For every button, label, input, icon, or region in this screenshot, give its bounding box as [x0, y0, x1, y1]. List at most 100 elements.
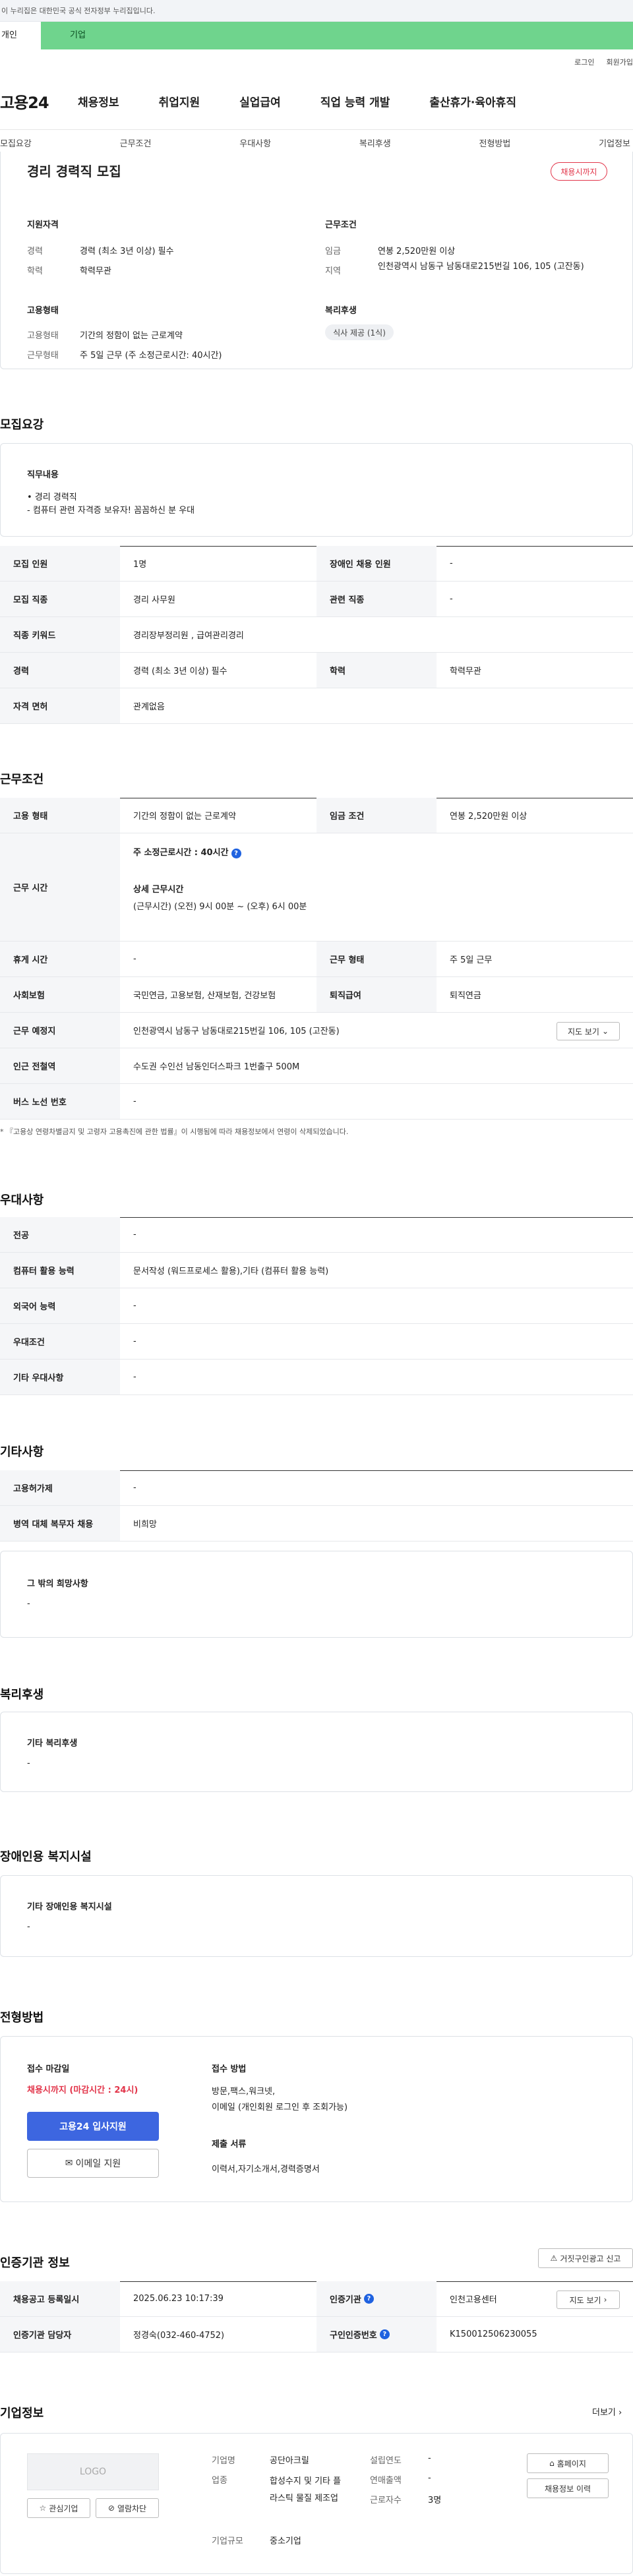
docs-value: 이력서,자기소개서,경력증명서 — [212, 2165, 320, 2174]
selection-heading: 전형방법 — [0, 2011, 44, 2025]
homepage-button[interactable]: ⌂ 홈페이지 — [527, 2453, 609, 2473]
th-wage: 임금 조건 — [316, 798, 437, 833]
location-map-button[interactable]: 지도 보기 ⌄ — [557, 1022, 620, 1040]
method-title: 접수 방법 — [212, 2064, 247, 2074]
th-agency: 인증기관? — [316, 2281, 437, 2316]
gov-notice-text: 이 누리집은 대한민국 공식 전자정부 누리집입니다. — [1, 7, 156, 15]
site-logo[interactable]: 고용24 — [0, 90, 78, 113]
td-cert-no: K150012506230055 — [450, 2329, 537, 2339]
anchor-work[interactable]: 근무조건 — [120, 136, 152, 149]
info-icon[interactable]: ? — [231, 849, 241, 858]
th-major: 전공 — [0, 1217, 120, 1252]
join-link[interactable]: 회원가입 — [607, 57, 633, 67]
mail-icon: ✉ — [65, 2158, 73, 2169]
anchor-pref[interactable]: 우대사항 — [239, 136, 271, 149]
qual-label-career: 경력 — [27, 247, 43, 256]
td-career: 경력 (최소 3년 이상) 필수 — [133, 667, 227, 676]
apply-button[interactable]: 고용24 입사지원 — [27, 2112, 159, 2141]
th-agency-label: 인증기관 — [330, 2295, 361, 2305]
anchor-selection[interactable]: 전형방법 — [479, 136, 511, 149]
home-icon: ⌂ — [549, 2459, 555, 2468]
gnb-skills[interactable]: 직업 능력 개발 — [320, 93, 390, 109]
td-agency: 인천고용센터 — [450, 2295, 497, 2305]
recruit-history-button[interactable]: 채용정보 이력 — [527, 2478, 609, 2498]
favorite-company-button[interactable]: ☆ 관심기업 — [27, 2498, 90, 2518]
agency-heading: 인증기관 정보 — [0, 2256, 70, 2270]
cond-title: 근무조건 — [325, 220, 357, 230]
td-location: 인천광역시 남동구 남동대로215번길 106, 105 (고잔동) — [133, 1027, 340, 1036]
td-wage: 연봉 2,520만원 이상 — [450, 812, 528, 822]
company-revenue-value: - — [428, 2473, 431, 2483]
gnb-parental-leave[interactable]: 출산휴가·육아휴직 — [429, 93, 516, 109]
work-row-7: 버스 노선 번호 - — [0, 1084, 633, 1120]
block-icon: ⊘ — [107, 2503, 115, 2513]
th-military: 병역 대체 복무자 채용 — [0, 1506, 120, 1541]
agency-map-button[interactable]: 지도 보기 › — [557, 2291, 620, 2309]
td-headcount: 1명 — [133, 560, 147, 570]
selection-box: 접수 마감일 채용시까지 (마감시간 : 24시) 고용24 입사지원 ✉ 이메일… — [0, 2036, 633, 2202]
td-pref-etc: - — [133, 1372, 136, 1382]
detail-hours-title: 상세 근무시간 — [133, 885, 184, 895]
cond-value-region: 인천광역시 남동구 남동대로215번길 106, 105 (고잔동) — [378, 262, 584, 272]
td-posted-at: 2025.06.23 10:17:39 — [133, 2294, 224, 2304]
company-employees-label: 근로자수 — [370, 2496, 402, 2505]
block-view-button[interactable]: ⊘ 열람차단 — [96, 2498, 159, 2518]
disabled-box: 기타 장애인용 복지시설 - — [0, 1875, 633, 1957]
work-row-3: 휴게 시간 - 근무 형태 주 5일 근무 — [0, 942, 633, 977]
td-agency-contact: 정경숙(032-460-4752) — [133, 2331, 225, 2341]
td-disabled-headcount: - — [450, 558, 453, 568]
anchor-company[interactable]: 기업정보 — [599, 136, 630, 149]
td-permit: - — [133, 1483, 136, 1493]
duty-line-1: • 경리 경력직 — [27, 493, 77, 502]
info-icon[interactable]: ? — [379, 2329, 390, 2339]
work-row-1: 고용 형태 기간의 정함이 없는 근로계약 임금 조건 연봉 2,520만원 이… — [0, 798, 633, 833]
th-work-hours: 근무 시간 — [0, 833, 120, 941]
th-pref-etc: 기타 우대사항 — [0, 1360, 120, 1394]
welfare-box-value: - — [27, 1758, 30, 1768]
agency-map-label: 지도 보기 — [569, 2295, 601, 2305]
gnb-unemployment-benefit[interactable]: 실업급여 — [239, 93, 281, 109]
gnb-employment-support[interactable]: 취업지원 — [159, 93, 200, 109]
emp-value-form: 주 5일 근무 (주 소정근로시간: 40시간) — [80, 351, 222, 361]
gov-notice-bar: 이 누리집은 대한민국 공식 전자정부 누리집입니다. — [0, 0, 633, 22]
company-size-label: 기업규모 — [212, 2536, 243, 2546]
anchor-welfare[interactable]: 복리후생 — [359, 136, 391, 149]
utility-links: 로그인 회원가입 — [574, 57, 633, 67]
info-icon[interactable]: ? — [363, 2294, 374, 2304]
th-pref-cond: 우대조건 — [0, 1324, 120, 1359]
cond-label-region: 지역 — [325, 266, 341, 276]
location-map-label: 지도 보기 — [567, 1027, 599, 1036]
company-revenue-label: 연매출액 — [370, 2476, 402, 2486]
th-education: 학력 — [316, 653, 437, 688]
gnb-jobs[interactable]: 채용정보 — [78, 93, 119, 109]
th-disabled-headcount: 장애인 채용 인원 — [316, 546, 437, 581]
report-fake-ad-button[interactable]: ⚠ 거짓구인광고 신고 — [538, 2248, 633, 2268]
welfare-heading: 복리후생 — [0, 1688, 44, 1702]
recruit-row-2: 모집 직종 경리 사무원 관련 직종 - — [0, 582, 633, 617]
recruit-history-label: 채용정보 이력 — [544, 2484, 591, 2494]
deadline-title: 접수 마감일 — [27, 2064, 70, 2074]
th-agency-contact: 인증기관 담당자 — [0, 2317, 120, 2352]
pref-row-1: 전공 - — [0, 1217, 633, 1253]
email-apply-button[interactable]: ✉ 이메일 지원 — [27, 2149, 159, 2178]
age-law-note: * 『고용상 연령차별금지 및 고령자 고용촉진에 관한 법률』이 시행됨에 따… — [0, 1127, 349, 1136]
tab-company[interactable]: 기업 — [41, 22, 633, 49]
th-location: 근무 예정지 — [0, 1013, 120, 1048]
welfare-box: 기타 복리후생 - — [0, 1712, 633, 1792]
company-more-link[interactable]: 더보기 › — [592, 2405, 622, 2418]
td-major: - — [133, 1230, 136, 1240]
th-language: 외국어 능력 — [0, 1288, 120, 1323]
company-heading: 기업정보 — [0, 2407, 44, 2420]
report-icon: ⚠ — [550, 2254, 558, 2263]
td-work-form: 주 5일 근무 — [450, 955, 493, 965]
work-row-6: 인근 전철역 수도권 수인선 남동인더스파크 1번출구 500M — [0, 1048, 633, 1084]
deadline-badge: 채용시까지 — [551, 162, 607, 181]
work-heading: 근무조건 — [0, 773, 44, 787]
star-icon: ☆ — [39, 2503, 47, 2513]
td-language: - — [133, 1301, 136, 1311]
login-link[interactable]: 로그인 — [574, 57, 594, 67]
emp-value-type: 기간의 정함이 없는 근로계약 — [80, 331, 183, 341]
tab-person[interactable]: 개인 — [0, 22, 41, 49]
anchor-recruit[interactable]: 모집요강 — [0, 136, 32, 149]
etc-row-2: 병역 대체 복무자 채용 비희망 — [0, 1506, 633, 1542]
